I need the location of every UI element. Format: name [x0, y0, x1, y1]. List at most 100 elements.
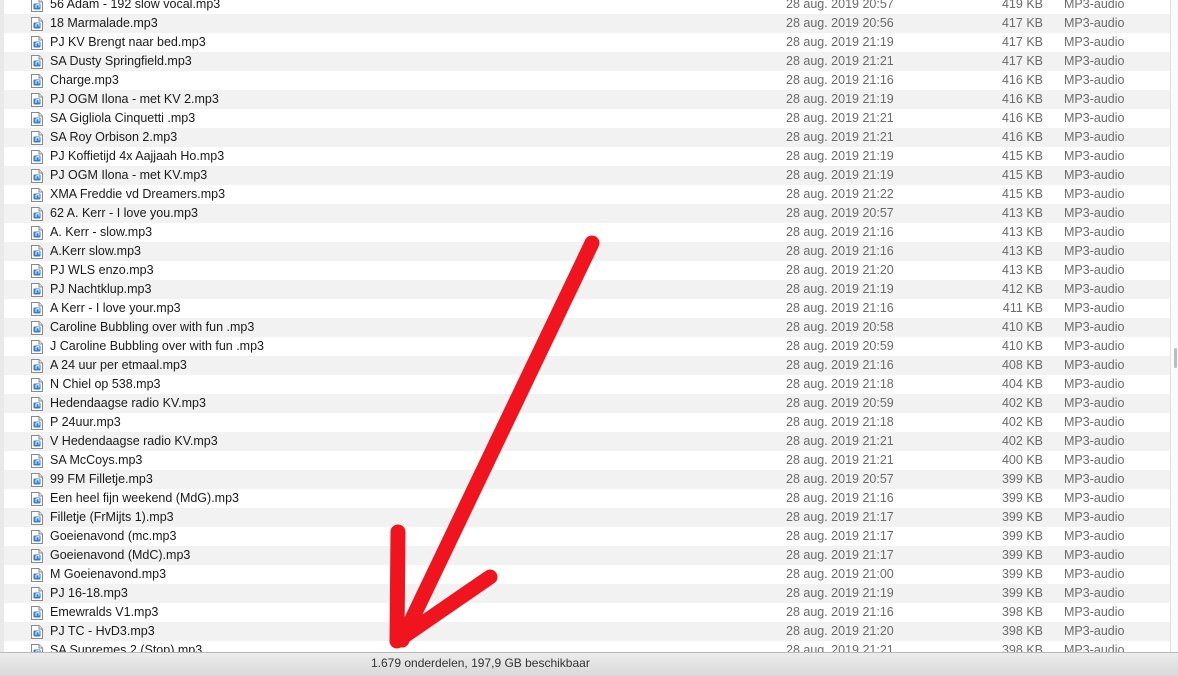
file-kind: MP3-audio [1064, 453, 1125, 467]
file-row[interactable]: Charge.mp3 28 aug. 2019 21:16 416 KB MP3-au… [0, 71, 1170, 90]
file-row[interactable]: V Hedendaagse radio KV.mp3 28 aug. 2019 2… [0, 432, 1170, 451]
file-row[interactable]: Een heel fijn weekend (MdG).mp3 28 aug. 2… [0, 489, 1170, 508]
file-size: 399 KB [1001, 548, 1043, 562]
file-row[interactable]: PJ OGM Ilona - met KV.mp3 28 aug. 2019 21… [0, 166, 1170, 185]
file-size: 415 KB [1001, 168, 1043, 182]
file-row[interactable]: 56 Adam - 192 slow vocal.mp3 28 aug. 2019… [0, 0, 1170, 14]
file-row[interactable]: A 24 uur per etmaal.mp3 28 aug. 2019 21:1… [0, 356, 1170, 375]
file-row[interactable]: Caroline Bubbling over with fun .mp3 28 a… [0, 318, 1170, 337]
file-kind: MP3-audio [1064, 244, 1125, 258]
file-name: PJ Nachtklup.mp3 [50, 282, 152, 296]
file-kind: MP3-audio [1064, 377, 1125, 391]
file-date-modified: 28 aug. 2019 21:21 [786, 111, 894, 125]
vertical-scrollbar[interactable] [1170, 0, 1178, 652]
file-name: SA Roy Orbison 2.mp3 [50, 130, 178, 144]
file-date-modified: 28 aug. 2019 21:21 [786, 130, 894, 144]
mp3-document-icon [31, 150, 43, 164]
file-kind: MP3-audio [1064, 415, 1125, 429]
file-kind: MP3-audio [1064, 54, 1125, 68]
file-row[interactable]: Goeienavond (mc.mp3 28 aug. 2019 21:17 399… [0, 527, 1170, 546]
file-row[interactable]: 62 A. Kerr - I love you.mp3 28 aug. 2019 … [0, 204, 1170, 223]
file-kind: MP3-audio [1064, 434, 1125, 448]
file-name: PJ KV Brengt naar bed.mp3 [50, 35, 206, 49]
mp3-document-icon [31, 454, 43, 468]
mp3-document-icon [31, 321, 43, 335]
mp3-document-icon [31, 112, 43, 126]
file-row[interactable]: PJ Koffietijd 4x Aajjaah Ho.mp3 28 aug. 2… [0, 147, 1170, 166]
file-row[interactable]: XMA Freddie vd Dreamers.mp3 28 aug. 2019 … [0, 185, 1170, 204]
file-size: 413 KB [1001, 225, 1043, 239]
mp3-document-icon [31, 131, 43, 145]
file-row[interactable]: A Kerr - I love your.mp3 28 aug. 2019 21:… [0, 299, 1170, 318]
file-name: A.Kerr slow.mp3 [50, 244, 142, 258]
file-size: 413 KB [1001, 244, 1043, 258]
file-row[interactable]: M Goeienavond.mp3 28 aug. 2019 21:00 399 K… [0, 565, 1170, 584]
mp3-document-icon [31, 397, 43, 411]
file-size: 399 KB [1001, 567, 1043, 581]
status-text: 1.679 onderdelen, 197,9 GB beschikbaar [371, 656, 590, 670]
file-date-modified: 28 aug. 2019 21:21 [786, 54, 894, 68]
file-kind: MP3-audio [1064, 149, 1125, 163]
file-list[interactable]: 56 Adam - 192 slow vocal.mp3 28 aug. 2019… [0, 0, 1178, 655]
file-size: 416 KB [1001, 130, 1043, 144]
file-row[interactable]: SA Roy Orbison 2.mp3 28 aug. 2019 21:21 41… [0, 128, 1170, 147]
file-row[interactable]: PJ Nachtklup.mp3 28 aug. 2019 21:19 412 KB… [0, 280, 1170, 299]
file-size: 410 KB [1001, 339, 1043, 353]
file-name: Filletje (FrMijts 1).mp3 [50, 510, 174, 524]
file-kind: MP3-audio [1064, 168, 1125, 182]
file-row[interactable]: SA Dusty Springfield.mp3 28 aug. 2019 21:… [0, 52, 1170, 71]
file-name: PJ OGM Ilona - met KV 2.mp3 [50, 92, 219, 106]
file-kind: MP3-audio [1064, 396, 1125, 410]
file-kind: MP3-audio [1064, 586, 1125, 600]
finder-window: 56 Adam - 192 slow vocal.mp3 28 aug. 2019… [0, 0, 1178, 676]
mp3-document-icon [31, 378, 43, 392]
file-row[interactable]: SA Gigliola Cinquetti .mp3 28 aug. 2019 2… [0, 109, 1170, 128]
file-date-modified: 28 aug. 2019 20:59 [786, 339, 894, 353]
file-row[interactable]: P 24uur.mp3 28 aug. 2019 21:18 402 KB MP3-a… [0, 413, 1170, 432]
file-date-modified: 28 aug. 2019 21:16 [786, 225, 894, 239]
file-name: P 24uur.mp3 [50, 415, 121, 429]
file-name: PJ TC - HvD3.mp3 [50, 624, 155, 638]
file-date-modified: 28 aug. 2019 20:58 [786, 320, 894, 334]
file-row[interactable]: A. Kerr - slow.mp3 28 aug. 2019 21:16 413 … [0, 223, 1170, 242]
file-size: 398 KB [1001, 624, 1043, 638]
file-row[interactable]: A.Kerr slow.mp3 28 aug. 2019 21:16 413 KB M… [0, 242, 1170, 261]
file-date-modified: 28 aug. 2019 21:16 [786, 491, 894, 505]
file-kind: MP3-audio [1064, 206, 1125, 220]
mp3-document-icon [31, 416, 43, 430]
file-row[interactable]: J Caroline Bubbling over with fun .mp3 28… [0, 337, 1170, 356]
file-size: 415 KB [1001, 149, 1043, 163]
file-kind: MP3-audio [1064, 73, 1125, 87]
file-row[interactable]: Goeienavond (MdC).mp3 28 aug. 2019 21:17 3… [0, 546, 1170, 565]
file-row[interactable]: Filletje (FrMijts 1).mp3 28 aug. 2019 21:… [0, 508, 1170, 527]
file-date-modified: 28 aug. 2019 21:20 [786, 624, 894, 638]
file-date-modified: 28 aug. 2019 21:21 [786, 453, 894, 467]
mp3-document-icon [31, 530, 43, 544]
file-row[interactable]: PJ TC - HvD3.mp3 28 aug. 2019 21:20 398 KB… [0, 622, 1170, 641]
file-name: J Caroline Bubbling over with fun .mp3 [50, 339, 265, 353]
file-row[interactable]: 99 FM Filletje.mp3 28 aug. 2019 20:57 399 … [0, 470, 1170, 489]
file-row[interactable]: Hedendaagse radio KV.mp3 28 aug. 2019 20:… [0, 394, 1170, 413]
file-kind: MP3-audio [1064, 92, 1125, 106]
file-size: 399 KB [1001, 510, 1043, 524]
file-size: 410 KB [1001, 320, 1043, 334]
file-name: A 24 uur per etmaal.mp3 [50, 358, 187, 372]
scrollbar-resize-handle[interactable] [1174, 348, 1177, 368]
file-row[interactable]: 18 Marmalade.mp3 28 aug. 2019 20:56 417 KB… [0, 14, 1170, 33]
file-row[interactable]: PJ WLS enzo.mp3 28 aug. 2019 21:20 413 KB M… [0, 261, 1170, 280]
status-bar: 1.679 onderdelen, 197,9 GB beschikbaar [0, 652, 1178, 676]
file-size: 399 KB [1001, 472, 1043, 486]
file-row[interactable]: N Chiel op 538.mp3 28 aug. 2019 21:18 404 … [0, 375, 1170, 394]
file-size: 417 KB [1001, 35, 1043, 49]
file-row[interactable]: PJ 16-18.mp3 28 aug. 2019 21:19 399 KB MP3-… [0, 584, 1170, 603]
mp3-document-icon [31, 511, 43, 525]
file-row[interactable]: PJ KV Brengt naar bed.mp3 28 aug. 2019 21… [0, 33, 1170, 52]
file-row[interactable]: Emewralds V1.mp3 28 aug. 2019 21:16 398 KB… [0, 603, 1170, 622]
file-name: A Kerr - I love your.mp3 [50, 301, 181, 315]
file-row[interactable]: SA McCoys.mp3 28 aug. 2019 21:21 400 KB MP3… [0, 451, 1170, 470]
file-size: 399 KB [1001, 491, 1043, 505]
mp3-document-icon [31, 568, 43, 582]
file-row[interactable]: PJ OGM Ilona - met KV 2.mp3 28 aug. 2019 … [0, 90, 1170, 109]
file-date-modified: 28 aug. 2019 21:21 [786, 434, 894, 448]
file-date-modified: 28 aug. 2019 21:17 [786, 510, 894, 524]
